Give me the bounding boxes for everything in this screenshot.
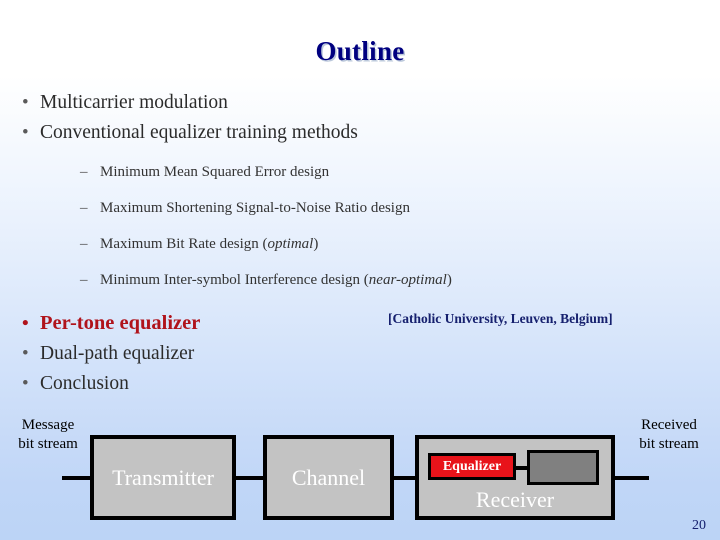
output-stream-label-line2: bit stream [639,436,699,452]
input-stream-label-line2: bit stream [18,436,78,452]
wire-input [62,476,92,480]
block-diagram: Message bit stream Received bit stream T… [0,0,720,540]
output-stream-label-line1: Received [641,417,697,433]
receiver-label: Receiver [475,487,555,512]
channel-label: Channel [291,464,366,490]
transmitter-label: Transmitter [112,464,214,490]
output-stream-label: Received bit stream [622,416,716,454]
equalizer-label: Equalizer [442,458,502,474]
wire-transmitter-channel [234,476,265,480]
wire-channel-receiver [392,476,417,480]
input-stream-label-line1: Message [21,417,75,433]
wire-output [613,476,649,480]
channel-block[interactable]: Channel [263,435,394,520]
equalizer-block[interactable]: Equalizer [428,453,516,480]
slide-number: 20 [692,518,706,533]
transmitter-block[interactable]: Transmitter [90,435,236,520]
slide: Outline • Multicarrier modulation • Conv… [0,0,720,540]
demodulator-block[interactable] [527,450,599,485]
input-stream-label: Message bit stream [2,416,94,454]
